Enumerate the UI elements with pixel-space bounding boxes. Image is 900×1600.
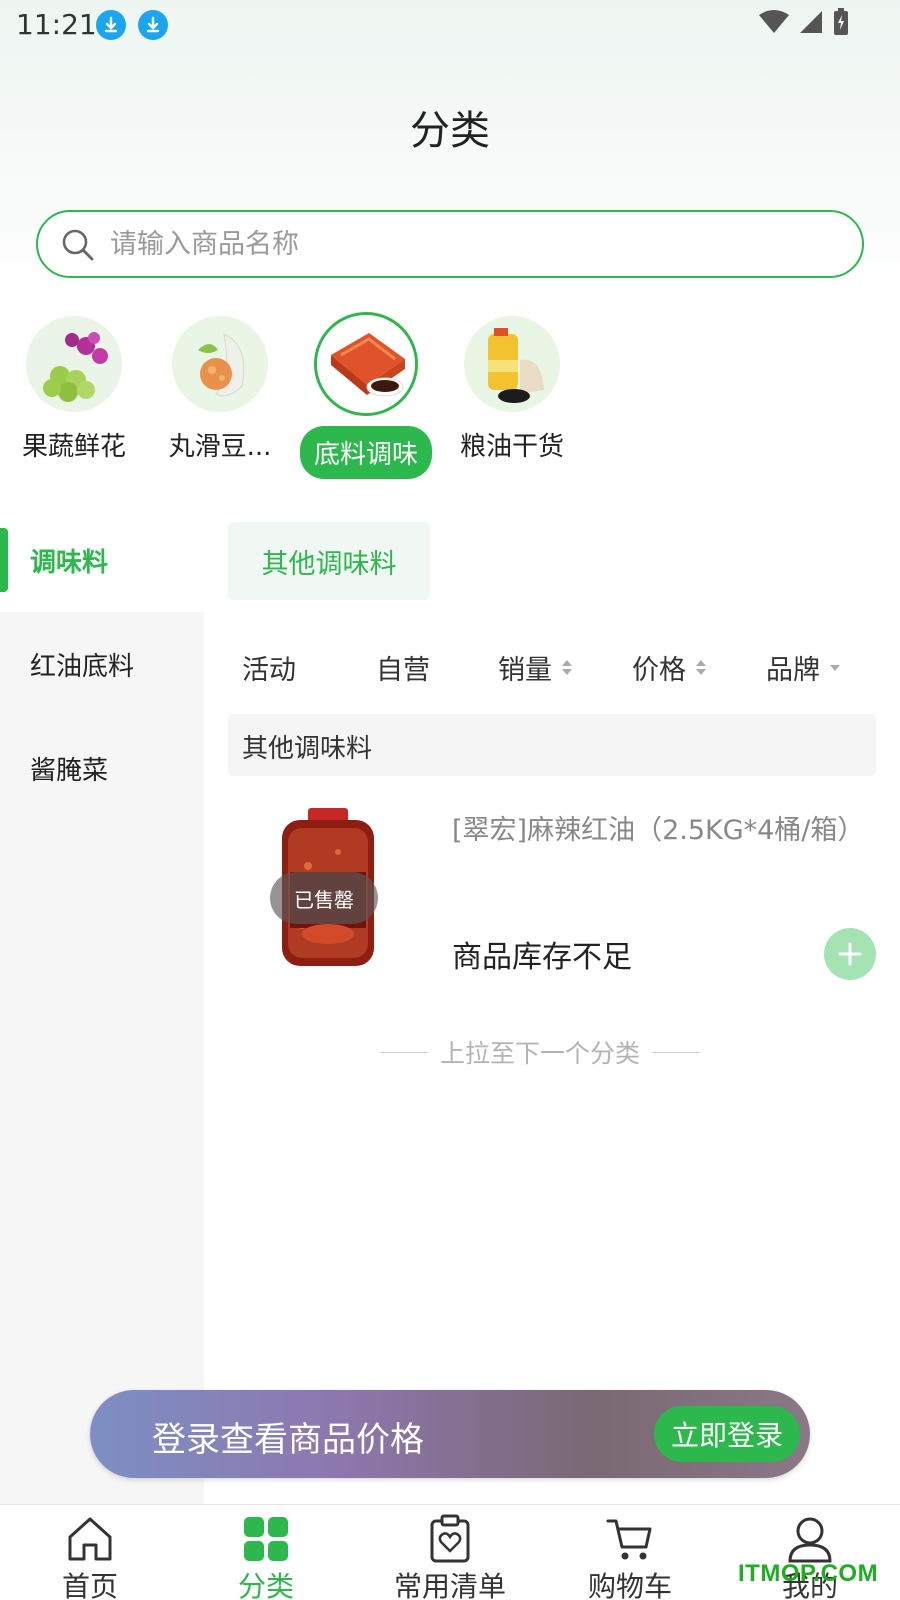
sidebar-item-red-oil-base[interactable]: 红油底料 [0, 612, 204, 716]
sort-icon [696, 660, 706, 675]
nav-label: 常用清单 [393, 1570, 506, 1600]
category-icon [244, 1517, 288, 1561]
filter-label: 自营 [376, 655, 430, 686]
home-icon [68, 1517, 112, 1561]
category-label: 粮油干货 [459, 432, 564, 462]
stock-status: 商品库存不足 [452, 940, 632, 975]
signal-icon [800, 11, 822, 33]
watermark: ITMOP.COM [738, 1560, 879, 1587]
pull-up-hint-text: 上拉至下一个分类 [440, 1039, 641, 1068]
filter-activity[interactable]: 活动 [242, 648, 296, 687]
filter-self-operated[interactable]: 自营 [376, 648, 430, 687]
filter-label: 价格 [632, 655, 686, 686]
download-icon [138, 10, 168, 40]
nav-label: 分类 [237, 1570, 294, 1600]
search-icon [62, 229, 94, 261]
status-time: 11:21 [16, 8, 97, 41]
active-indicator [0, 528, 8, 592]
nav-item-frequent-list[interactable]: 常用清单 [360, 1505, 540, 1600]
subcategory-tab[interactable]: 其他调味料 [228, 522, 430, 600]
sidebar-item-label: 调味料 [30, 548, 109, 578]
wifi-icon [759, 10, 789, 33]
dropdown-icon [830, 664, 840, 671]
user-icon [788, 1517, 832, 1563]
category-item-grain-oil[interactable]: 粮油干货 [442, 316, 582, 463]
pull-up-hint: 上拉至下一个分类 [380, 1034, 720, 1070]
search-input[interactable] [110, 222, 830, 266]
nav-item-category[interactable]: 分类 [176, 1505, 356, 1600]
cart-icon [606, 1519, 652, 1560]
sidebar: 调味料 红油底料 酱腌菜 [0, 508, 204, 1504]
filter-label: 品牌 [766, 655, 820, 686]
category-item-fruits-flowers[interactable]: 果蔬鲜花 [4, 316, 144, 463]
filter-label: 销量 [498, 655, 552, 686]
sidebar-item-label: 红油底料 [30, 652, 135, 682]
sold-out-badge: 已售罄 [270, 872, 378, 924]
category-item-balls-tofu[interactable]: 丸滑豆... [150, 316, 290, 463]
filter-brand[interactable]: 品牌 [766, 648, 840, 687]
page-title: 分类 [410, 108, 490, 154]
sort-icon [562, 660, 572, 675]
category-label: 底料调味 [299, 426, 432, 479]
filter-sales[interactable]: 销量 [498, 648, 572, 687]
plus-icon [838, 942, 862, 966]
login-banner: 登录查看商品价格 立即登录 [90, 1390, 810, 1478]
seasoning-image [314, 312, 418, 416]
category-label: 丸滑豆... [168, 432, 272, 462]
status-bar: 11:21 [0, 0, 900, 50]
search-bar[interactable] [36, 210, 864, 278]
login-button[interactable]: 立即登录 [654, 1406, 800, 1462]
sidebar-item-seasoning[interactable]: 调味料 [0, 508, 204, 612]
balls-tofu-image [172, 316, 268, 412]
sidebar-item-pickles[interactable]: 酱腌菜 [0, 716, 204, 820]
section-header: 其他调味料 [228, 714, 876, 776]
list-icon [430, 1514, 470, 1563]
filter-label: 活动 [242, 655, 296, 686]
category-item-seasoning[interactable]: 底料调味 [296, 312, 436, 479]
nav-label: 购物车 [587, 1570, 672, 1600]
status-icons [758, 8, 850, 36]
battery-icon [834, 8, 848, 35]
nav-label: 首页 [61, 1570, 118, 1600]
download-icon [96, 10, 126, 40]
fruits-flowers-image [26, 316, 122, 412]
category-label: 果蔬鲜花 [21, 432, 126, 462]
grain-oil-image [464, 316, 560, 412]
filter-price[interactable]: 价格 [632, 648, 706, 687]
sidebar-item-label: 酱腌菜 [30, 756, 109, 786]
nav-item-home[interactable]: 首页 [0, 1505, 180, 1600]
add-to-cart-button[interactable] [824, 928, 876, 980]
product-name[interactable]: [翠宏]麻辣红油（2.5KG*4桶/箱） [452, 812, 872, 850]
login-prompt-text: 登录查看商品价格 [152, 1420, 424, 1460]
nav-item-cart[interactable]: 购物车 [540, 1505, 720, 1600]
